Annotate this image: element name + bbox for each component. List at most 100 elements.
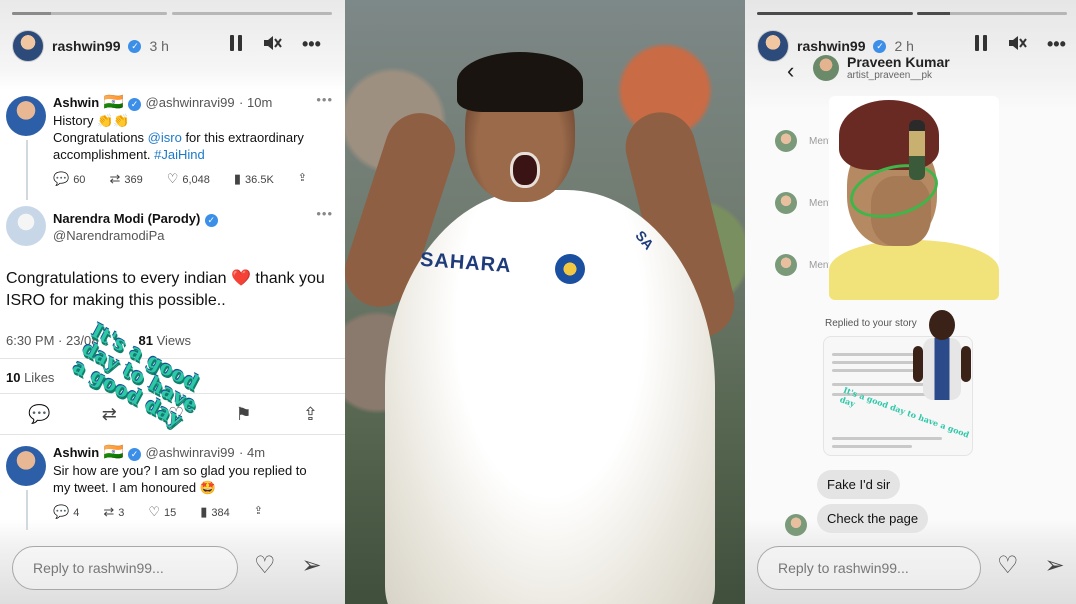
like-icon: ♡ — [166, 171, 179, 186]
story-controls: ••• — [230, 34, 321, 55]
share-icon[interactable]: ⇪ — [298, 171, 307, 187]
tweet-handle[interactable]: @ashwinravi99 — [146, 95, 235, 110]
reply-count[interactable]: 💬 60 — [53, 171, 85, 187]
story-header: rashwin99 ✓ 3 h — [12, 30, 169, 62]
heart-emoji: ❤️ — [231, 270, 251, 287]
story-time: 2 h — [894, 38, 914, 54]
sticker-body — [923, 338, 961, 400]
tweet-avatar[interactable] — [6, 206, 46, 246]
message-bubble[interactable]: Fake I'd sir — [817, 470, 901, 499]
story-progress-1 — [12, 12, 167, 15]
send-icon[interactable]: ➢ — [302, 551, 322, 580]
views-icon: ▮ — [233, 171, 242, 186]
bookmark-icon[interactable]: ⚑ — [235, 404, 251, 425]
retweet-count-value: 3 — [118, 507, 125, 519]
tweet-handle[interactable]: @ashwinravi99 — [146, 445, 235, 460]
views-icon: ▮ — [200, 504, 208, 519]
retweet-icon: ⇄ — [103, 504, 115, 519]
avatar — [775, 254, 797, 276]
mute-icon[interactable] — [262, 34, 282, 55]
mute-icon[interactable] — [1007, 34, 1027, 55]
views-count-value: 36.5K — [245, 174, 274, 186]
story-time: 3 h — [149, 38, 169, 54]
preview-line — [832, 361, 922, 364]
sticker-arm — [913, 346, 923, 382]
views-count[interactable]: ▮ 384 — [200, 504, 230, 520]
story-username[interactable]: rashwin99 — [52, 38, 120, 54]
reply-count-value: 4 — [73, 507, 80, 519]
flag-icon: 🇮🇳 — [103, 444, 124, 461]
player-mouth — [510, 152, 540, 188]
tweet-author-name[interactable]: Ashwin — [53, 95, 99, 110]
like-icon: ♡ — [148, 504, 160, 519]
avatar[interactable] — [12, 30, 44, 62]
man-sticker[interactable] — [913, 310, 971, 406]
tweet-handle[interactable]: @NarendramodiPa — [53, 228, 339, 243]
avatar — [775, 192, 797, 214]
reply-input[interactable]: Reply to rashwin99... — [12, 546, 238, 590]
flag-icon: 🇮🇳 — [103, 94, 124, 111]
reply-input[interactable]: Reply to rashwin99... — [757, 546, 981, 590]
middle-photo: SAHARA SA — [345, 0, 745, 604]
tweet-time: · 10m — [239, 95, 273, 110]
share-icon[interactable]: ⇪ — [303, 404, 318, 425]
tweet-author-name[interactable]: Ashwin — [53, 445, 99, 460]
sender-avatar — [785, 514, 807, 536]
tweet-text: History 👏👏 Congratulations @isro for thi… — [53, 112, 339, 163]
heart-icon[interactable]: ♡ — [997, 551, 1019, 580]
tweet-avatar[interactable] — [6, 96, 46, 136]
tweet-likes[interactable]: 10 Likes — [6, 370, 54, 385]
retweet-icon[interactable]: ⇄ — [102, 404, 117, 425]
tweet-modi-text: Congratulations to every indian ❤️ thank… — [6, 268, 336, 312]
reply-count-value: 60 — [73, 174, 86, 186]
sticker-head — [929, 310, 955, 340]
tweet-text-part: for this extraordinary — [181, 130, 304, 145]
verified-icon: ✓ — [128, 98, 142, 111]
retweet-count-value: 369 — [124, 174, 143, 186]
thread-line — [26, 140, 28, 200]
facepalm-sticker[interactable] — [829, 96, 999, 300]
pause-icon[interactable] — [230, 34, 242, 52]
tweet-ashwin-2: Ashwin 🇮🇳 ✓ @ashwinravi99 · 4m Sir how a… — [6, 442, 339, 520]
dm-name[interactable]: Praveen Kumar — [847, 54, 950, 70]
player-hair — [457, 52, 583, 112]
retweet-count[interactable]: ⇄ 3 — [103, 504, 124, 520]
divider — [0, 434, 345, 435]
dm-header: Praveen Kumar artist_praveen__pk — [785, 54, 950, 81]
message-bubble[interactable]: Check the page — [817, 504, 929, 533]
views-count-value: 384 — [211, 507, 230, 519]
like-count[interactable]: ♡ 15 — [148, 504, 176, 520]
tweet-text-part: accomplishment. — [53, 147, 155, 162]
story-progress-2 — [917, 12, 1067, 15]
verified-icon: ✓ — [128, 39, 142, 53]
avatar — [775, 130, 797, 152]
heart-icon[interactable]: ♡ — [254, 551, 276, 580]
share-icon[interactable]: ⇪ — [254, 504, 263, 520]
pause-icon[interactable] — [975, 34, 987, 52]
tweet-text-part: Congratulations to every indian — [6, 270, 232, 287]
send-icon[interactable]: ➢ — [1045, 551, 1065, 580]
replied-label: Replied to your story — [825, 318, 917, 329]
thread-line — [26, 490, 28, 530]
more-icon[interactable]: ••• — [316, 92, 333, 107]
reply-count[interactable]: 💬 4 — [53, 504, 79, 520]
mention-link[interactable]: @isro — [148, 130, 182, 145]
more-icon[interactable]: ••• — [302, 34, 321, 55]
likes-value: 10 — [6, 370, 21, 385]
retweet-icon: ⇄ — [109, 171, 121, 186]
tweet-avatar[interactable] — [6, 446, 46, 486]
like-count[interactable]: ♡ 6,048 — [167, 171, 210, 187]
more-icon[interactable]: ••• — [1047, 34, 1066, 55]
tweet-author-name[interactable]: Narendra Modi (Parody) — [53, 211, 200, 226]
story-bottom-actions: ♡ ➢ — [997, 551, 1065, 580]
retweet-count[interactable]: ⇄ 369 — [109, 171, 142, 187]
tweet-time: · 4m — [239, 445, 266, 460]
more-icon[interactable]: ••• — [316, 206, 333, 221]
like-count-value: 15 — [164, 507, 177, 519]
views-count[interactable]: ▮ 36.5K — [234, 171, 274, 187]
preview-line — [832, 437, 942, 440]
dm-avatar[interactable] — [813, 54, 839, 81]
hashtag-link[interactable]: #JaiHind — [154, 147, 205, 162]
story-username[interactable]: rashwin99 — [797, 38, 865, 54]
reply-icon[interactable]: 💬 — [28, 404, 50, 425]
